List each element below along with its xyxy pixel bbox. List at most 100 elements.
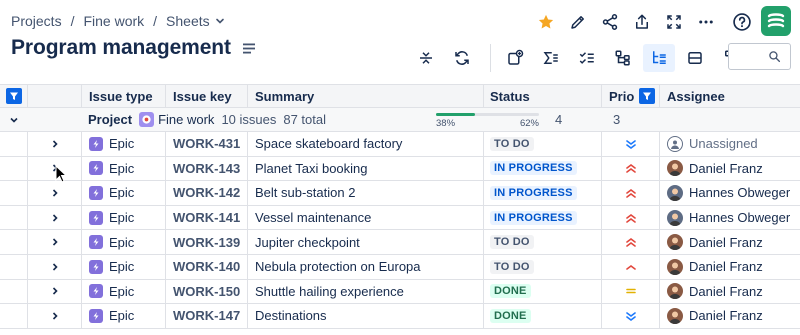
more-icon[interactable]	[690, 8, 722, 36]
star-icon[interactable]	[530, 8, 562, 36]
add-issue-icon[interactable]	[499, 44, 531, 72]
row-height-icon[interactable]	[679, 44, 711, 72]
status-cell[interactable]: DONE	[484, 279, 602, 304]
export-icon[interactable]	[626, 8, 658, 36]
status-cell[interactable]: IN PROGRESS	[484, 181, 602, 205]
table-row[interactable]: Epic WORK-142 Belt sub-station 2 IN PROGRES…	[0, 181, 800, 206]
help-icon[interactable]	[726, 8, 758, 36]
column-header-status[interactable]: Status	[484, 85, 602, 107]
expand-row-icon[interactable]	[28, 254, 82, 279]
column-header-issue-key[interactable]: Issue key	[166, 85, 248, 107]
avatar	[667, 307, 683, 324]
summary-cell[interactable]: Vessel maintenance	[248, 205, 484, 230]
status-cell[interactable]: TO DO	[484, 254, 602, 279]
status-badge: DONE	[490, 308, 531, 323]
issue-key-cell[interactable]: WORK-150	[166, 279, 248, 304]
table-row[interactable]: Epic WORK-140 Nebula protection on Europa T…	[0, 254, 800, 280]
column-header-issue-type[interactable]: Issue type	[82, 85, 166, 107]
header-filter-cell	[0, 85, 28, 107]
search-input[interactable]	[733, 44, 769, 69]
filter-icon[interactable]	[5, 88, 22, 104]
summary-cell[interactable]: Destinations	[248, 304, 484, 328]
issue-key[interactable]: WORK-141	[173, 210, 240, 225]
menu-icon[interactable]	[242, 43, 255, 54]
status-cell[interactable]: TO DO	[484, 132, 602, 156]
priority-highest-icon[interactable]	[602, 156, 660, 181]
expand-row-icon[interactable]	[28, 304, 82, 328]
issue-key[interactable]: WORK-142	[173, 185, 240, 200]
breadcrumb-item-projects[interactable]: Projects	[11, 13, 62, 29]
hierarchy-icon[interactable]	[607, 44, 639, 72]
status-badge: IN PROGRESS	[490, 161, 577, 176]
summary-cell[interactable]: Nebula protection on Europa	[248, 254, 484, 279]
summary-cell[interactable]: Space skateboard factory	[248, 132, 484, 156]
expand-row-icon[interactable]	[28, 132, 82, 156]
column-header-assignee[interactable]: Assignee	[660, 85, 800, 107]
summary-cell[interactable]: Planet Taxi booking	[248, 156, 484, 181]
table-row[interactable]: Epic WORK-147 Destinations DONE Daniel Franz	[0, 304, 800, 329]
expand-row-icon[interactable]	[28, 279, 82, 304]
assignee-cell[interactable]: Daniel Franz	[660, 280, 800, 304]
issue-key[interactable]: WORK-150	[173, 284, 240, 299]
collapse-rows-icon[interactable]	[410, 44, 442, 72]
priority-low-icon[interactable]	[602, 304, 660, 328]
priority-highest-icon[interactable]	[602, 205, 660, 230]
table-row[interactable]: Epic WORK-143 Planet Taxi booking IN PROGRE…	[0, 156, 800, 182]
assignee-cell[interactable]: Daniel Franz	[660, 157, 800, 181]
status-cell[interactable]: IN PROGRESS	[484, 156, 602, 181]
priority-highest-icon[interactable]	[602, 230, 660, 254]
issue-key-cell[interactable]: WORK-147	[166, 304, 248, 328]
issue-key[interactable]: WORK-431	[173, 136, 240, 151]
summary-cell[interactable]: Jupiter checkpoint	[248, 230, 484, 254]
issue-key[interactable]: WORK-140	[173, 259, 240, 274]
table-row[interactable]: Epic WORK-431 Space skateboard factory TO D…	[0, 132, 800, 157]
priority-filter-icon[interactable]	[639, 88, 655, 104]
status-cell[interactable]: IN PROGRESS	[484, 205, 602, 230]
assignee-cell[interactable]: Daniel Franz	[660, 255, 800, 279]
issue-key[interactable]: WORK-147	[173, 308, 240, 323]
column-header-priority[interactable]: Prio	[602, 85, 660, 107]
expand-row-icon[interactable]	[28, 230, 82, 254]
fullscreen-icon[interactable]	[658, 8, 690, 36]
structure-icon[interactable]	[643, 44, 675, 72]
summary-cell[interactable]: Belt sub-station 2	[248, 181, 484, 205]
group-collapse-icon[interactable]	[0, 108, 28, 131]
issue-key[interactable]: WORK-139	[173, 235, 240, 250]
app-logo-icon[interactable]	[761, 6, 791, 36]
assignee-cell[interactable]: Hannes Obweger	[660, 181, 800, 205]
sum-icon[interactable]	[535, 44, 567, 72]
group-assignee-count: 3	[613, 112, 621, 127]
table-row[interactable]: Epic WORK-139 Jupiter checkpoint TO DO Danie…	[0, 230, 800, 255]
priority-highest-icon[interactable]	[602, 181, 660, 205]
priority-high-icon[interactable]	[602, 254, 660, 279]
table-row[interactable]: Epic WORK-150 Shuttle hailing experience DO…	[0, 279, 800, 305]
issue-key-cell[interactable]: WORK-140	[166, 254, 248, 279]
breadcrumb-item-sheets[interactable]: Sheets	[166, 13, 210, 29]
chevron-down-icon[interactable]	[215, 16, 225, 26]
assignee-cell[interactable]: Daniel Franz	[660, 230, 800, 254]
breadcrumb-item-project[interactable]: Fine work	[83, 13, 144, 29]
priority-medium-icon[interactable]	[602, 279, 660, 304]
issue-key[interactable]: WORK-143	[173, 161, 240, 176]
issue-key-cell[interactable]: WORK-142	[166, 181, 248, 205]
priority-low-icon[interactable]	[602, 132, 660, 156]
refresh-icon[interactable]	[446, 44, 478, 72]
edit-icon[interactable]	[562, 8, 594, 36]
assignee-cell[interactable]: Daniel Franz	[660, 304, 800, 328]
header-spacer	[28, 85, 82, 107]
assignee-cell[interactable]: Hannes Obweger	[660, 206, 800, 230]
assignee-cell[interactable]: Unassigned	[660, 132, 800, 156]
issue-key-cell[interactable]: WORK-143	[166, 156, 248, 181]
checklist-icon[interactable]	[571, 44, 603, 72]
column-header-summary[interactable]: Summary	[248, 85, 484, 107]
expand-row-icon[interactable]	[28, 205, 82, 230]
status-cell[interactable]: DONE	[484, 304, 602, 328]
issue-key-cell[interactable]: WORK-139	[166, 230, 248, 254]
summary-cell[interactable]: Shuttle hailing experience	[248, 279, 484, 304]
epic-icon	[89, 235, 103, 250]
issue-key-cell[interactable]: WORK-141	[166, 205, 248, 230]
status-cell[interactable]: TO DO	[484, 230, 602, 254]
table-row[interactable]: Epic WORK-141 Vessel maintenance IN PROGRES…	[0, 205, 800, 231]
issue-key-cell[interactable]: WORK-431	[166, 132, 248, 156]
share-icon[interactable]	[594, 8, 626, 36]
